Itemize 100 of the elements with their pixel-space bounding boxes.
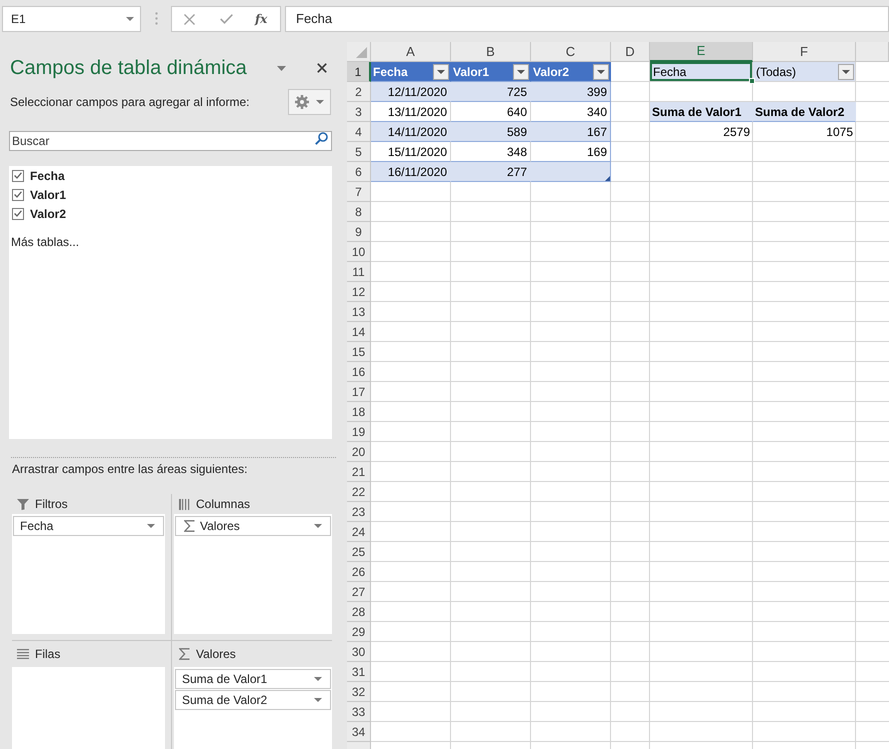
table-cell: 12/11/2020 — [371, 82, 451, 102]
name-box[interactable]: E1 — [2, 6, 141, 32]
row-header[interactable]: 22 — [347, 482, 371, 502]
row-header[interactable]: 12 — [347, 282, 371, 302]
search-icon[interactable] — [315, 132, 328, 145]
table-cell: 169 — [531, 142, 611, 162]
filter-field-label: Fecha — [653, 64, 686, 80]
row-header[interactable]: 6 — [347, 162, 371, 182]
columns-icon — [179, 498, 190, 510]
area-label: Filas — [35, 646, 60, 663]
row-header[interactable]: 33 — [347, 702, 371, 722]
checkmark-icon[interactable] — [220, 14, 233, 24]
funnel-icon — [17, 498, 29, 510]
column-header[interactable]: F — [753, 42, 856, 62]
row-header[interactable]: 1 — [347, 62, 371, 82]
checkbox[interactable] — [12, 170, 24, 182]
row-header[interactable]: 27 — [347, 582, 371, 602]
row-header[interactable]: 3 — [347, 102, 371, 122]
resize-handle-icon[interactable] — [605, 176, 610, 181]
filter-value: (Todas) — [756, 64, 796, 80]
row-header[interactable]: 30 — [347, 642, 371, 662]
row-header[interactable]: 28 — [347, 602, 371, 622]
filter-dropdown-button[interactable] — [838, 64, 854, 80]
row-header[interactable]: 31 — [347, 662, 371, 682]
checkbox[interactable] — [12, 208, 24, 220]
row-header[interactable]: 18 — [347, 402, 371, 422]
area-field-item[interactable]: Suma de Valor1 — [175, 669, 331, 689]
column-header[interactable]: C — [531, 42, 611, 62]
more-tables-link[interactable]: Más tablas... — [11, 233, 80, 251]
row-header[interactable]: 32 — [347, 682, 371, 702]
pivot-header-cell: Suma de Valor2 — [753, 102, 856, 122]
table-cell: 277 — [451, 162, 531, 182]
caret-icon — [842, 70, 850, 74]
caret-icon — [314, 524, 322, 528]
area-label: Columnas — [196, 496, 250, 513]
row-header[interactable]: 2 — [347, 82, 371, 102]
header-label: Valor1 — [453, 64, 490, 80]
caret-icon — [316, 100, 324, 104]
column-header[interactable]: D — [611, 42, 650, 62]
formula-field[interactable]: Fecha — [285, 6, 889, 32]
pivot-header-cell: Suma de Valor1 — [650, 102, 753, 122]
row-header[interactable]: 13 — [347, 302, 371, 322]
table-cell: 340 — [531, 102, 611, 122]
table-cell: 399 — [531, 82, 611, 102]
table-cell: 16/11/2020 — [371, 162, 451, 182]
row-header[interactable]: 23 — [347, 502, 371, 522]
table-cell: 589 — [451, 122, 531, 142]
row-header[interactable]: 7 — [347, 182, 371, 202]
row-header[interactable]: 29 — [347, 622, 371, 642]
insert-function-button[interactable]: fx — [255, 10, 268, 28]
row-header[interactable]: 5 — [347, 142, 371, 162]
row-header[interactable]: 16 — [347, 362, 371, 382]
area-field-item[interactable]: Valores — [175, 516, 331, 536]
fill-handle-icon[interactable] — [749, 78, 755, 84]
table-cell: 725 — [451, 82, 531, 102]
pivot-filter-cell[interactable]: (Todas) — [753, 62, 856, 82]
panel-title: Campos de tabla dinámica — [10, 56, 247, 81]
caret-icon — [126, 17, 134, 21]
header-label: Valor2 — [533, 64, 570, 80]
row-header[interactable]: 34 — [347, 722, 371, 742]
row-header[interactable]: 21 — [347, 462, 371, 482]
area-label: Valores — [196, 646, 236, 663]
field-name[interactable]: Fecha — [30, 166, 65, 184]
field-name[interactable]: Valor2 — [30, 204, 66, 222]
row-header[interactable]: 24 — [347, 522, 371, 542]
settings-button[interactable] — [288, 89, 331, 115]
row-header[interactable]: 20 — [347, 442, 371, 462]
filter-dropdown-button[interactable] — [433, 64, 449, 80]
area-field-item[interactable]: Suma de Valor2 — [175, 690, 331, 710]
checkbox[interactable] — [12, 188, 24, 200]
field-name[interactable]: Valor1 — [30, 186, 66, 204]
area-field-item[interactable]: Fecha — [13, 516, 164, 536]
search-field[interactable]: Buscar — [9, 131, 332, 151]
row-header[interactable]: 11 — [347, 262, 371, 282]
row-header[interactable]: 26 — [347, 562, 371, 582]
row-header[interactable]: 15 — [347, 342, 371, 362]
row-header[interactable]: 8 — [347, 202, 371, 222]
sigma-icon — [179, 648, 190, 660]
column-header[interactable]: E — [650, 42, 753, 62]
caret-icon — [437, 70, 445, 74]
row-header[interactable]: 19 — [347, 422, 371, 442]
triangle-icon — [356, 47, 367, 58]
row-header[interactable]: 10 — [347, 242, 371, 262]
caret-icon — [314, 677, 322, 681]
caret-icon[interactable] — [277, 66, 286, 70]
filter-dropdown-button[interactable] — [593, 64, 609, 80]
row-header[interactable]: 4 — [347, 122, 371, 142]
row-header[interactable]: 25 — [347, 542, 371, 562]
pivot-filter-cell[interactable]: Fecha — [650, 62, 753, 82]
close-icon[interactable] — [317, 63, 327, 73]
sigma-icon — [184, 520, 195, 532]
row-header[interactable]: 9 — [347, 222, 371, 242]
filter-dropdown-button[interactable] — [513, 64, 529, 80]
row-header[interactable]: 17 — [347, 382, 371, 402]
column-header[interactable]: B — [451, 42, 531, 62]
header-label: Fecha — [373, 64, 408, 80]
pivot-value-cell-text: 1075 — [825, 124, 854, 141]
column-header[interactable]: A — [371, 42, 451, 62]
caret-icon — [314, 698, 322, 702]
row-header[interactable]: 14 — [347, 322, 371, 342]
